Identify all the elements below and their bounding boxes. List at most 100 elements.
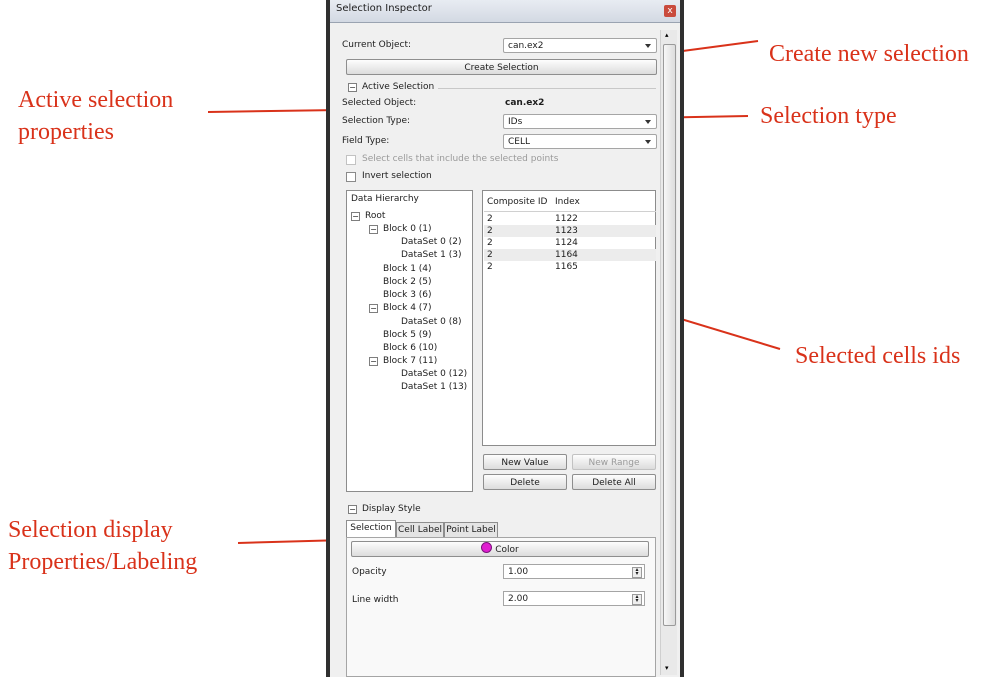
annotation-selection-type: Selection type — [760, 103, 897, 129]
new-range-button[interactable]: New Range — [572, 454, 656, 470]
delete-all-button[interactable]: Delete All — [572, 474, 656, 490]
table-row[interactable]: 2 1122 — [484, 213, 656, 225]
divider — [438, 88, 656, 89]
data-hierarchy-tree[interactable]: Data Hierarchy − Root − Block 0 (1) Data… — [346, 190, 473, 492]
cell-index: 1123 — [555, 226, 578, 236]
color-button[interactable]: Color — [351, 541, 649, 557]
delete-button[interactable]: Delete — [483, 474, 567, 490]
tree-item-block2[interactable]: Block 2 (5) — [383, 277, 432, 287]
tree-item-block1[interactable]: Block 1 (4) — [383, 264, 432, 274]
chevron-down-icon — [645, 140, 651, 144]
tree-item-dataset1[interactable]: DataSet 1 (3) — [401, 250, 461, 260]
tree-item-dataset0[interactable]: DataSet 0 (2) — [401, 237, 461, 247]
field-type-label: Field Type: — [342, 136, 390, 146]
cell-index: 1124 — [555, 238, 578, 248]
current-object-combo[interactable]: can.ex2 — [503, 38, 657, 53]
current-object-label: Current Object: — [342, 40, 412, 50]
tree-item-block7-dataset0[interactable]: DataSet 0 (12) — [401, 369, 467, 379]
tree-item-block3[interactable]: Block 3 (6) — [383, 290, 432, 300]
selected-object-label: Selected Object: — [342, 98, 417, 108]
color-swatch-icon — [481, 542, 493, 553]
create-selection-button[interactable]: Create Selection — [346, 59, 657, 75]
new-value-button[interactable]: New Value — [483, 454, 567, 470]
collapse-block4-icon[interactable]: − — [369, 304, 378, 313]
line-active-props — [207, 109, 341, 113]
cell-index: 1165 — [555, 262, 578, 272]
tree-item-block4[interactable]: Block 4 (7) — [383, 303, 432, 313]
cell-composite-id: 2 — [487, 250, 493, 260]
tab-selection[interactable]: Selection — [346, 520, 396, 537]
include-points-checkbox[interactable] — [346, 155, 356, 165]
tree-item-block7-dataset1[interactable]: DataSet 1 (13) — [401, 382, 467, 392]
color-button-label: Color — [495, 545, 519, 555]
selected-object-value: can.ex2 — [505, 98, 545, 108]
column-header-index[interactable]: Index — [555, 197, 580, 207]
line-width-value: 2.00 — [508, 594, 529, 604]
tab-cell-label[interactable]: Cell Label — [396, 522, 444, 537]
collapse-root-icon[interactable]: − — [351, 212, 360, 221]
collapse-block7-icon[interactable]: − — [369, 357, 378, 366]
annotation-display-1: Selection display — [8, 517, 173, 543]
title-bar: Selection Inspector x — [330, 0, 680, 23]
selection-type-combo[interactable]: IDs — [503, 114, 657, 129]
spin-arrows-icon[interactable]: ▴ ▾ — [632, 594, 642, 605]
hierarchy-header: Data Hierarchy — [351, 194, 419, 204]
vertical-scrollbar[interactable]: ▴ ▾ — [660, 30, 677, 675]
table-row[interactable]: 2 1124 — [484, 237, 656, 249]
selection-type-value: IDs — [508, 117, 523, 127]
table-row[interactable]: 2 1164 — [484, 249, 656, 261]
opacity-value: 1.00 — [508, 567, 529, 577]
annotation-display-2: Properties/Labeling — [8, 549, 198, 575]
tree-item-block0[interactable]: Block 0 (1) — [383, 224, 432, 234]
selected-ids-table[interactable]: Composite ID Index 2 1122 2 1123 2 1124 2 11… — [482, 190, 656, 446]
cell-composite-id: 2 — [487, 262, 493, 272]
current-object-value: can.ex2 — [508, 41, 544, 51]
collapse-active-selection-icon[interactable]: − — [348, 83, 357, 92]
chevron-down-icon — [645, 120, 651, 124]
tree-item-block6[interactable]: Block 6 (10) — [383, 343, 437, 353]
invert-selection-label: Invert selection — [362, 171, 432, 181]
chevron-down-icon — [645, 44, 651, 48]
selection-inspector-frame: Selection Inspector x Current Object: ca… — [326, 0, 684, 677]
line-width-label: Line width — [352, 595, 399, 605]
cell-index: 1122 — [555, 214, 578, 224]
tree-item-root[interactable]: Root — [365, 211, 385, 221]
cell-index: 1164 — [555, 250, 578, 260]
selection-type-label: Selection Type: — [342, 116, 411, 126]
scrollbar-thumb[interactable] — [663, 44, 676, 626]
cell-composite-id: 2 — [487, 214, 493, 224]
annotation-selected-ids: Selected cells ids — [795, 343, 961, 369]
header-divider — [484, 211, 656, 212]
field-type-combo[interactable]: CELL — [503, 134, 657, 149]
active-selection-group-label: Active Selection — [362, 82, 435, 92]
annotation-create-new: Create new selection — [769, 41, 969, 67]
display-tabs: Selection Cell Label Point Label — [346, 520, 656, 537]
table-row[interactable]: 2 1123 — [484, 225, 656, 237]
collapse-block0-icon[interactable]: − — [369, 225, 378, 234]
annotation-active-props-2: properties — [18, 119, 114, 145]
opacity-spinbox[interactable]: 1.00 ▴ ▾ — [503, 564, 645, 579]
selection-inspector-window: Selection Inspector x Current Object: ca… — [330, 0, 680, 677]
line-width-spinbox[interactable]: 2.00 ▴ ▾ — [503, 591, 645, 606]
close-icon[interactable]: x — [664, 5, 676, 17]
tree-item-block7[interactable]: Block 7 (11) — [383, 356, 437, 366]
tree-item-block4-dataset0[interactable]: DataSet 0 (8) — [401, 317, 461, 327]
scroll-up-icon[interactable]: ▴ — [665, 31, 669, 39]
table-row[interactable]: 2 1165 — [484, 261, 656, 273]
column-header-composite-id[interactable]: Composite ID — [487, 197, 547, 207]
spin-arrows-icon[interactable]: ▴ ▾ — [632, 567, 642, 578]
display-style-group-label: Display Style — [362, 504, 421, 514]
cell-composite-id: 2 — [487, 226, 493, 236]
scroll-down-icon[interactable]: ▾ — [665, 664, 669, 672]
annotation-active-props-1: Active selection — [18, 87, 174, 113]
tree-item-block5[interactable]: Block 5 (9) — [383, 330, 432, 340]
include-points-label: Select cells that include the selected p… — [362, 154, 559, 164]
window-title: Selection Inspector — [336, 3, 432, 14]
field-type-value: CELL — [508, 137, 530, 147]
opacity-label: Opacity — [352, 567, 387, 577]
tab-point-label[interactable]: Point Label — [444, 522, 498, 537]
collapse-display-style-icon[interactable]: − — [348, 505, 357, 514]
tab-panel-selection — [346, 537, 656, 677]
cell-composite-id: 2 — [487, 238, 493, 248]
invert-selection-checkbox[interactable] — [346, 172, 356, 182]
